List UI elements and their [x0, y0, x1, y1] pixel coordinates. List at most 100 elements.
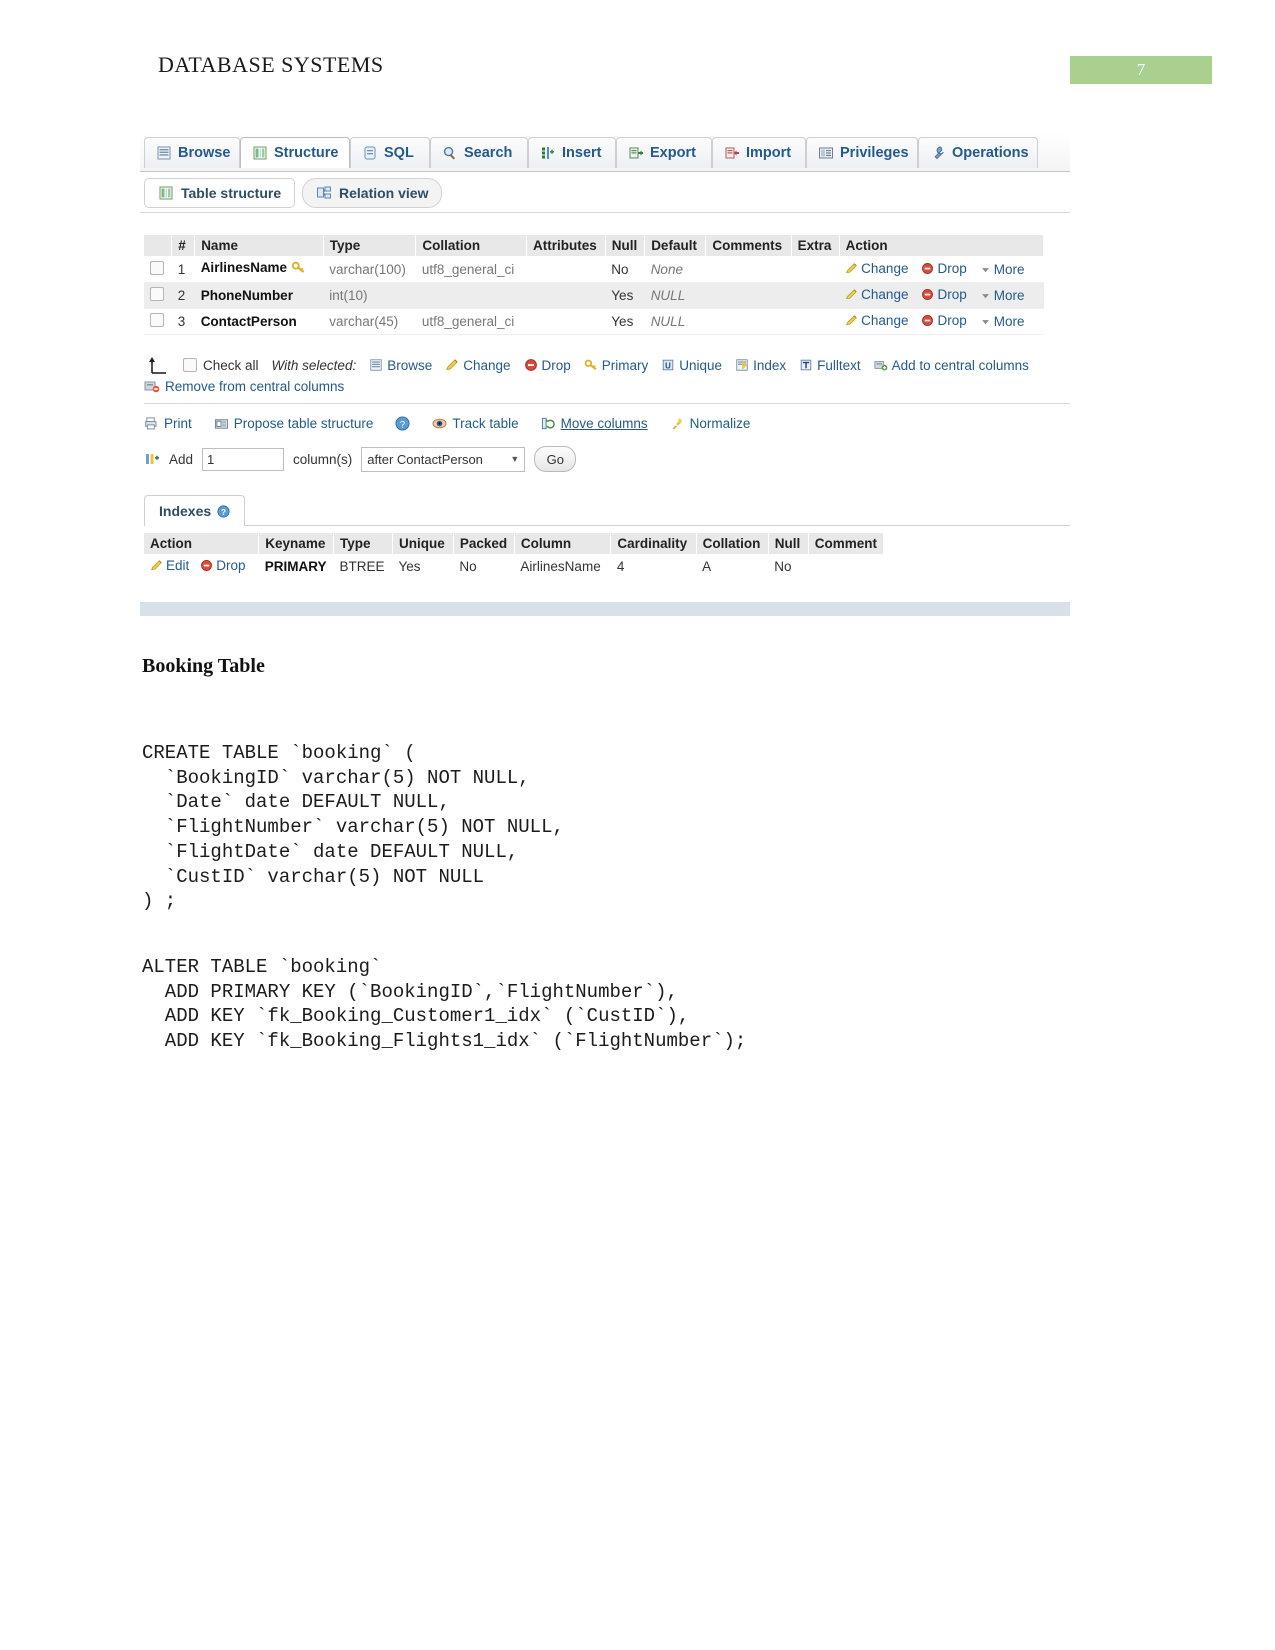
- row-action-drop[interactable]: Drop: [937, 287, 966, 302]
- subtab-label: Table structure: [181, 185, 282, 201]
- tool-help-icon[interactable]: ?: [395, 416, 410, 431]
- idx-col-unique: Unique: [392, 533, 454, 554]
- index-packed: No: [453, 554, 515, 579]
- row-checkbox[interactable]: [150, 260, 164, 275]
- row-action-more[interactable]: More: [994, 288, 1025, 303]
- page-header: DATABASE SYSTEMS 7: [0, 0, 1275, 110]
- row-checkbox[interactable]: [150, 313, 164, 327]
- with-selected-add-to-central-columns[interactable]: Add to central columns: [874, 358, 1029, 373]
- tab-insert[interactable]: Insert: [528, 137, 616, 168]
- row-actions[interactable]: Change Drop More: [839, 256, 1044, 283]
- index-row[interactable]: Edit Drop PRIMARY BTREE Yes No AirlinesName 4 A N…: [144, 554, 884, 579]
- tab-operations[interactable]: Operations: [918, 137, 1038, 168]
- add-column-count-input[interactable]: [202, 447, 285, 471]
- with-selected-action-label: Primary: [601, 357, 649, 373]
- tab-import[interactable]: Import: [712, 137, 806, 168]
- with-selected-fulltext[interactable]: Fulltext: [799, 358, 861, 373]
- chevron-down-icon: ▼: [510, 454, 520, 464]
- tool-print[interactable]: Print: [144, 416, 192, 431]
- with-selected-primary[interactable]: Primary: [584, 357, 649, 373]
- table-row[interactable]: 3 ContactPerson varchar(45) utf8_general_ci…: [144, 308, 1044, 335]
- move-columns-icon: [541, 416, 556, 431]
- tab-label: Search: [464, 145, 513, 161]
- remove-from-central-columns-link[interactable]: Remove from central columns: [144, 378, 344, 394]
- tab-label: Browse: [178, 145, 231, 161]
- with-selected-drop[interactable]: Drop: [524, 358, 571, 373]
- primary-key-icon: [291, 260, 306, 275]
- row-name: AirlinesName: [194, 256, 324, 283]
- row-name: PhoneNumber: [194, 282, 324, 309]
- export-icon: [628, 145, 644, 161]
- screenshot-bottom-strip-left: [140, 594, 340, 602]
- tab-sql[interactable]: SQL: [350, 137, 430, 168]
- tool-move-columns[interactable]: Move columns: [541, 416, 648, 431]
- row-action-drop[interactable]: Drop: [937, 313, 966, 328]
- table-row[interactable]: 1 AirlinesName varchar(100) utf8_general_c…: [144, 256, 1044, 283]
- row-extra: [791, 308, 840, 335]
- unique-icon: U: [661, 358, 675, 372]
- row-action-more[interactable]: More: [994, 262, 1025, 277]
- add-column-position-select[interactable]: after ContactPerson ▼: [361, 446, 526, 472]
- with-selected-row: Check all With selected: Browse Change Drop P…: [144, 355, 1070, 375]
- with-selected-change[interactable]: Change: [445, 358, 511, 373]
- sql-icon: [362, 145, 378, 161]
- row-number: 3: [171, 308, 195, 335]
- check-all-checkbox[interactable]: [183, 358, 197, 372]
- search-icon: [442, 145, 458, 161]
- import-icon: [724, 145, 740, 161]
- row-actions[interactable]: Change Drop More: [839, 308, 1044, 335]
- tab-privileges[interactable]: Privileges: [806, 137, 918, 168]
- row-action-more[interactable]: More: [994, 314, 1025, 329]
- drop-icon: [921, 314, 934, 327]
- with-selected-browse[interactable]: Browse: [369, 358, 432, 373]
- row-action-change[interactable]: Change: [861, 261, 908, 276]
- subtab-table-structure[interactable]: Table structure: [144, 178, 296, 208]
- row-action-change[interactable]: Change: [861, 313, 908, 328]
- subtab-relation-view[interactable]: Relation view: [302, 178, 443, 208]
- row-action-change[interactable]: Change: [861, 287, 908, 302]
- tab-indexes[interactable]: Indexes ?: [144, 495, 246, 526]
- tool-label: Normalize: [689, 416, 751, 431]
- row-select-cell[interactable]: [144, 282, 172, 309]
- index-drop-link[interactable]: Drop: [216, 558, 245, 573]
- index-actions[interactable]: Edit Drop: [144, 554, 259, 579]
- with-selected-index[interactable]: Index: [735, 358, 786, 373]
- col-select: [144, 235, 173, 256]
- tool-track-table[interactable]: Track table: [432, 416, 519, 431]
- col-number: #: [171, 235, 196, 256]
- divider: [144, 403, 1070, 404]
- tool-label: Propose table structure: [233, 416, 374, 431]
- row-select-cell[interactable]: [144, 308, 172, 335]
- tab-browse[interactable]: Browse: [144, 137, 240, 168]
- idx-col-keyname: Keyname: [258, 533, 334, 554]
- tab-structure[interactable]: Structure: [240, 137, 350, 168]
- tab-label: Structure: [274, 145, 339, 161]
- idx-col-collation: Collation: [696, 533, 769, 554]
- row-select-cell[interactable]: [144, 256, 172, 283]
- index-edit-link[interactable]: Edit: [166, 558, 189, 573]
- alter-table-sql: ALTER TABLE `booking` ADD PRIMARY KEY (`…: [142, 956, 747, 1053]
- tool-propose-table-structure[interactable]: Propose table structure: [214, 416, 374, 431]
- help-icon[interactable]: ?: [217, 504, 230, 518]
- idx-col-cardinality: Cardinality: [610, 533, 697, 554]
- row-null: Yes: [605, 282, 645, 309]
- table-row[interactable]: 2 PhoneNumber int(10) Yes NULL Change Drop More: [144, 282, 1044, 309]
- tab-export[interactable]: Export: [616, 137, 712, 168]
- tab-search[interactable]: Search: [430, 137, 528, 168]
- row-checkbox[interactable]: [150, 287, 164, 301]
- privileges-icon: [818, 145, 834, 161]
- tab-label: Operations: [952, 145, 1029, 161]
- row-action-drop[interactable]: Drop: [937, 261, 966, 276]
- screenshot-bottom-strip: [140, 602, 1070, 616]
- with-selected-unique[interactable]: U Unique: [661, 358, 722, 373]
- insert-icon: [540, 145, 556, 161]
- row-actions[interactable]: Change Drop More: [839, 282, 1044, 309]
- add-label: Add: [169, 451, 194, 467]
- tool-normalize[interactable]: Normalize: [670, 416, 751, 431]
- svg-text:?: ?: [221, 507, 226, 516]
- row-attributes: [526, 308, 606, 335]
- structure-icon: [252, 145, 268, 161]
- go-button[interactable]: Go: [534, 446, 577, 472]
- idx-col-action: Action: [144, 533, 260, 554]
- track-table-icon: [432, 416, 447, 431]
